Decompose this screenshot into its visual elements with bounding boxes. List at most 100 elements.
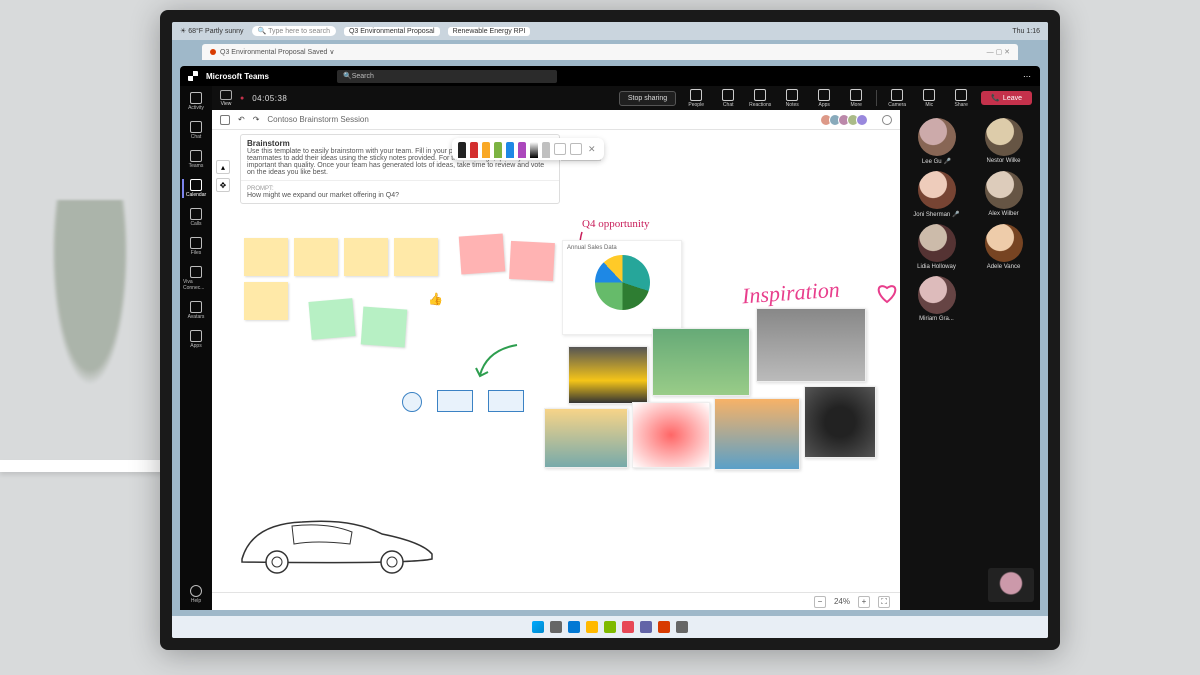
participant-tile[interactable]: Adele Vance [973, 224, 1034, 270]
rail-calendar[interactable]: Calendar [182, 179, 208, 198]
participant-panel: Lee Gu 🎤 Nestor Wilke Joni Sherman 🎤 Ale… [900, 110, 1040, 610]
zoom-in-button[interactable]: + [858, 596, 870, 608]
taskbar-app-icon[interactable] [676, 621, 688, 633]
system-pill-2[interactable]: Renewable Energy RPI [448, 27, 531, 36]
participant-tile[interactable]: Alex Wilber [973, 171, 1034, 218]
notes-button[interactable]: Notes [780, 89, 804, 108]
flow-step-node[interactable] [488, 390, 524, 412]
waffle-icon[interactable] [188, 71, 198, 81]
self-video-tile[interactable] [988, 568, 1034, 602]
flow-step-node[interactable] [437, 390, 473, 412]
mic-button[interactable]: Mic [917, 89, 941, 108]
sticky-note[interactable] [308, 298, 355, 340]
windows-taskbar[interactable] [172, 616, 1048, 638]
pen-highlighter[interactable] [530, 142, 538, 158]
undo-icon[interactable]: ↶ [238, 115, 245, 124]
system-search[interactable]: 🔍 Type here to search [252, 26, 336, 36]
collage-image[interactable] [714, 398, 800, 470]
sticky-note[interactable] [344, 238, 388, 276]
rail-files[interactable]: Files [183, 237, 209, 256]
car-sketch[interactable] [232, 504, 442, 574]
zoom-out-button[interactable]: − [814, 596, 826, 608]
participant-tile[interactable]: Lee Gu 🎤 [906, 118, 967, 165]
explorer-icon[interactable] [586, 621, 598, 633]
rail-avatars[interactable]: Avatars [183, 301, 209, 320]
rail-viva[interactable]: Viva Connec... [183, 266, 209, 291]
collage-image[interactable] [568, 346, 648, 404]
monitor-bezel: ☀ 68°F Partly sunny 🔍 Type here to searc… [160, 10, 1060, 650]
rail-activity[interactable]: Activity [183, 92, 209, 111]
participant-tile[interactable]: Nestor Wilke [973, 118, 1034, 165]
view-button[interactable]: View [220, 90, 232, 107]
chat-button[interactable]: Chat [716, 89, 740, 108]
rail-apps[interactable]: Apps [183, 330, 209, 349]
teams-icon[interactable] [640, 621, 652, 633]
reactions-button[interactable]: Reactions [748, 89, 772, 108]
gear-icon[interactable] [882, 115, 892, 125]
collage-image[interactable] [652, 328, 750, 396]
close-palette-icon[interactable]: ✕ [586, 144, 598, 155]
thumbs-up-icon[interactable]: 👍 [428, 292, 443, 306]
apps-button[interactable]: Apps [812, 89, 836, 108]
chat-bubble-icon [722, 89, 734, 101]
pen-blue[interactable] [506, 142, 514, 158]
start-icon[interactable] [532, 621, 544, 633]
pie-chart-card[interactable]: Annual Sales Data [562, 240, 682, 335]
collaborator-avatars[interactable] [823, 114, 868, 126]
collage-image[interactable] [756, 308, 866, 382]
sticky-note[interactable] [244, 238, 288, 276]
collage-image[interactable] [544, 408, 628, 468]
collage-image[interactable] [632, 402, 710, 468]
phone-icon [190, 208, 202, 220]
people-button[interactable]: People [684, 89, 708, 108]
select-tool-icon[interactable]: ▴ [216, 160, 230, 174]
more-button[interactable]: More [844, 89, 868, 108]
recording-dot-icon: ● [240, 95, 244, 102]
pen-purple[interactable] [518, 142, 526, 158]
mic-icon [923, 89, 935, 101]
sticky-note[interactable] [509, 241, 555, 281]
rail-calls[interactable]: Calls [183, 208, 209, 227]
taskbar-app-icon[interactable] [604, 621, 616, 633]
taskbar-app-icon[interactable] [622, 621, 634, 633]
lasso-icon[interactable] [554, 143, 566, 155]
rail-teams[interactable]: Teams [183, 150, 209, 169]
stop-sharing-button[interactable]: Stop sharing [619, 91, 676, 106]
pen-eraser[interactable] [542, 142, 550, 158]
ruler-icon[interactable] [570, 143, 582, 155]
participant-tile[interactable]: Joni Sherman 🎤 [906, 171, 967, 218]
powerpoint-icon[interactable] [658, 621, 670, 633]
edge-icon[interactable] [568, 621, 580, 633]
teams-search[interactable]: 🔍 Search [337, 70, 557, 83]
camera-button[interactable]: Camera [885, 89, 909, 108]
pen-red[interactable] [470, 142, 478, 158]
sticky-note[interactable] [394, 238, 438, 276]
collage-image[interactable] [804, 386, 876, 458]
home-icon[interactable] [220, 115, 230, 125]
sticky-note[interactable] [294, 238, 338, 276]
pen-black[interactable] [458, 142, 466, 158]
pan-tool-icon[interactable]: ✥ [216, 178, 230, 192]
rail-chat[interactable]: Chat [183, 121, 209, 140]
sticky-note[interactable] [361, 307, 408, 348]
taskbar-app-icon[interactable] [550, 621, 562, 633]
participant-tile[interactable]: Lidia Holloway [906, 224, 967, 270]
annotation-q4[interactable]: Q4 opportunity [582, 218, 650, 230]
pen-yellow[interactable] [482, 142, 490, 158]
leave-button[interactable]: 📞Leave [981, 91, 1032, 105]
participant-tile[interactable]: Miriam Gra... [906, 276, 967, 322]
annotation-inspiration[interactable]: Inspiration [741, 277, 840, 310]
flow-start-node[interactable] [402, 392, 422, 412]
rail-help[interactable]: Help [183, 585, 209, 604]
redo-icon[interactable]: ↷ [253, 115, 260, 124]
sticky-note[interactable] [459, 234, 506, 275]
people-icon [190, 150, 202, 162]
system-pill-1[interactable]: Q3 Environmental Proposal [344, 27, 440, 36]
fit-screen-button[interactable]: ⛶ [878, 596, 890, 608]
window-buttons[interactable]: — ▢ ✕ [987, 48, 1010, 56]
sticky-note[interactable] [244, 282, 288, 320]
teams-more-icon[interactable]: ⋯ [1023, 72, 1032, 81]
share-button[interactable]: Share [949, 89, 973, 108]
pen-green[interactable] [494, 142, 502, 158]
whiteboard-canvas[interactable]: ▴ ✥ ✕ [212, 130, 900, 592]
